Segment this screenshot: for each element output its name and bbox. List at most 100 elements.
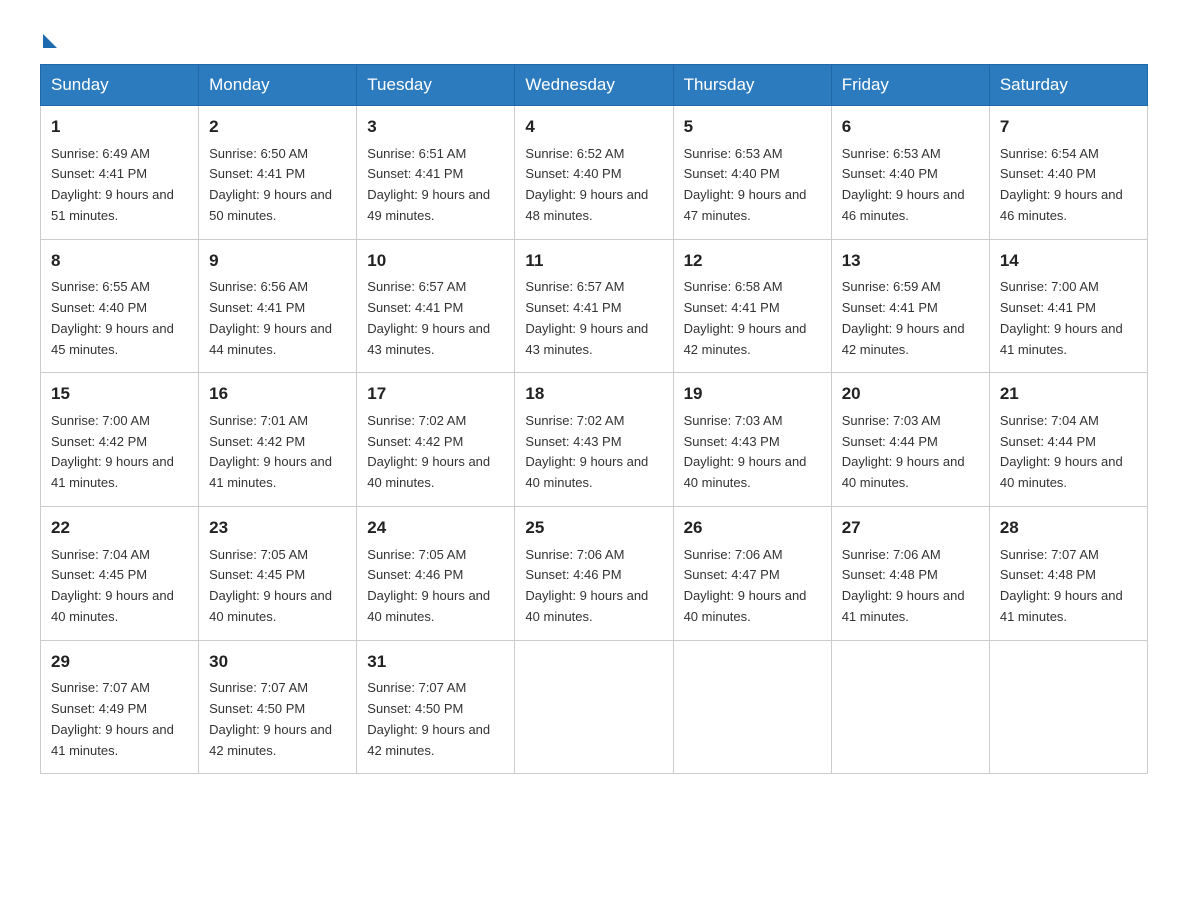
day-info: Sunrise: 6:57 AMSunset: 4:41 PMDaylight:… [525,279,648,356]
calendar-day-cell [989,640,1147,774]
day-info: Sunrise: 7:02 AMSunset: 4:43 PMDaylight:… [525,413,648,490]
day-info: Sunrise: 6:59 AMSunset: 4:41 PMDaylight:… [842,279,965,356]
day-info: Sunrise: 7:02 AMSunset: 4:42 PMDaylight:… [367,413,490,490]
page-header [40,30,1148,44]
calendar-day-header: Wednesday [515,65,673,106]
calendar-day-cell [673,640,831,774]
calendar-day-header: Monday [199,65,357,106]
calendar-day-cell: 6 Sunrise: 6:53 AMSunset: 4:40 PMDayligh… [831,106,989,240]
day-info: Sunrise: 7:07 AMSunset: 4:50 PMDaylight:… [209,680,332,757]
calendar-day-header: Friday [831,65,989,106]
day-info: Sunrise: 6:54 AMSunset: 4:40 PMDaylight:… [1000,146,1123,223]
calendar-day-cell: 19 Sunrise: 7:03 AMSunset: 4:43 PMDaylig… [673,373,831,507]
calendar-week-row: 15 Sunrise: 7:00 AMSunset: 4:42 PMDaylig… [41,373,1148,507]
day-number: 11 [525,248,662,274]
day-number: 5 [684,114,821,140]
calendar-day-cell: 15 Sunrise: 7:00 AMSunset: 4:42 PMDaylig… [41,373,199,507]
calendar-day-cell: 14 Sunrise: 7:00 AMSunset: 4:41 PMDaylig… [989,239,1147,373]
day-info: Sunrise: 6:53 AMSunset: 4:40 PMDaylight:… [842,146,965,223]
day-info: Sunrise: 7:07 AMSunset: 4:49 PMDaylight:… [51,680,174,757]
day-info: Sunrise: 7:03 AMSunset: 4:44 PMDaylight:… [842,413,965,490]
day-number: 6 [842,114,979,140]
day-number: 17 [367,381,504,407]
calendar-day-cell: 16 Sunrise: 7:01 AMSunset: 4:42 PMDaylig… [199,373,357,507]
calendar-day-cell: 12 Sunrise: 6:58 AMSunset: 4:41 PMDaylig… [673,239,831,373]
day-info: Sunrise: 7:06 AMSunset: 4:48 PMDaylight:… [842,547,965,624]
calendar-day-cell: 3 Sunrise: 6:51 AMSunset: 4:41 PMDayligh… [357,106,515,240]
calendar-week-row: 22 Sunrise: 7:04 AMSunset: 4:45 PMDaylig… [41,507,1148,641]
day-number: 30 [209,649,346,675]
calendar-day-header: Saturday [989,65,1147,106]
day-info: Sunrise: 7:00 AMSunset: 4:42 PMDaylight:… [51,413,174,490]
day-number: 18 [525,381,662,407]
calendar-day-cell: 13 Sunrise: 6:59 AMSunset: 4:41 PMDaylig… [831,239,989,373]
day-info: Sunrise: 6:49 AMSunset: 4:41 PMDaylight:… [51,146,174,223]
calendar-day-cell: 25 Sunrise: 7:06 AMSunset: 4:46 PMDaylig… [515,507,673,641]
calendar-day-cell: 1 Sunrise: 6:49 AMSunset: 4:41 PMDayligh… [41,106,199,240]
calendar-day-cell: 2 Sunrise: 6:50 AMSunset: 4:41 PMDayligh… [199,106,357,240]
day-number: 10 [367,248,504,274]
day-number: 7 [1000,114,1137,140]
day-info: Sunrise: 7:04 AMSunset: 4:45 PMDaylight:… [51,547,174,624]
day-number: 9 [209,248,346,274]
day-number: 24 [367,515,504,541]
day-number: 1 [51,114,188,140]
day-number: 31 [367,649,504,675]
day-info: Sunrise: 7:06 AMSunset: 4:47 PMDaylight:… [684,547,807,624]
day-number: 25 [525,515,662,541]
day-number: 28 [1000,515,1137,541]
calendar-day-cell: 11 Sunrise: 6:57 AMSunset: 4:41 PMDaylig… [515,239,673,373]
day-info: Sunrise: 6:56 AMSunset: 4:41 PMDaylight:… [209,279,332,356]
calendar-day-cell: 28 Sunrise: 7:07 AMSunset: 4:48 PMDaylig… [989,507,1147,641]
calendar-day-cell: 21 Sunrise: 7:04 AMSunset: 4:44 PMDaylig… [989,373,1147,507]
calendar-day-cell: 7 Sunrise: 6:54 AMSunset: 4:40 PMDayligh… [989,106,1147,240]
calendar-day-cell: 30 Sunrise: 7:07 AMSunset: 4:50 PMDaylig… [199,640,357,774]
day-number: 26 [684,515,821,541]
calendar-day-cell [831,640,989,774]
day-number: 21 [1000,381,1137,407]
day-info: Sunrise: 6:51 AMSunset: 4:41 PMDaylight:… [367,146,490,223]
day-info: Sunrise: 6:53 AMSunset: 4:40 PMDaylight:… [684,146,807,223]
calendar-day-cell: 8 Sunrise: 6:55 AMSunset: 4:40 PMDayligh… [41,239,199,373]
day-number: 12 [684,248,821,274]
day-info: Sunrise: 7:07 AMSunset: 4:50 PMDaylight:… [367,680,490,757]
calendar-day-cell: 23 Sunrise: 7:05 AMSunset: 4:45 PMDaylig… [199,507,357,641]
calendar-day-cell: 18 Sunrise: 7:02 AMSunset: 4:43 PMDaylig… [515,373,673,507]
day-info: Sunrise: 7:03 AMSunset: 4:43 PMDaylight:… [684,413,807,490]
day-info: Sunrise: 7:01 AMSunset: 4:42 PMDaylight:… [209,413,332,490]
calendar-day-cell: 5 Sunrise: 6:53 AMSunset: 4:40 PMDayligh… [673,106,831,240]
day-number: 14 [1000,248,1137,274]
day-info: Sunrise: 6:52 AMSunset: 4:40 PMDaylight:… [525,146,648,223]
day-info: Sunrise: 6:58 AMSunset: 4:41 PMDaylight:… [684,279,807,356]
day-info: Sunrise: 7:07 AMSunset: 4:48 PMDaylight:… [1000,547,1123,624]
calendar-day-header: Sunday [41,65,199,106]
day-number: 20 [842,381,979,407]
calendar-day-cell: 29 Sunrise: 7:07 AMSunset: 4:49 PMDaylig… [41,640,199,774]
day-info: Sunrise: 6:50 AMSunset: 4:41 PMDaylight:… [209,146,332,223]
calendar-day-cell: 26 Sunrise: 7:06 AMSunset: 4:47 PMDaylig… [673,507,831,641]
day-number: 22 [51,515,188,541]
calendar-day-cell: 4 Sunrise: 6:52 AMSunset: 4:40 PMDayligh… [515,106,673,240]
day-info: Sunrise: 7:00 AMSunset: 4:41 PMDaylight:… [1000,279,1123,356]
calendar-week-row: 8 Sunrise: 6:55 AMSunset: 4:40 PMDayligh… [41,239,1148,373]
day-number: 2 [209,114,346,140]
day-number: 3 [367,114,504,140]
calendar-day-cell: 31 Sunrise: 7:07 AMSunset: 4:50 PMDaylig… [357,640,515,774]
day-info: Sunrise: 7:04 AMSunset: 4:44 PMDaylight:… [1000,413,1123,490]
calendar-day-cell [515,640,673,774]
day-number: 8 [51,248,188,274]
logo [40,30,57,44]
day-info: Sunrise: 7:05 AMSunset: 4:46 PMDaylight:… [367,547,490,624]
calendar-week-row: 29 Sunrise: 7:07 AMSunset: 4:49 PMDaylig… [41,640,1148,774]
day-info: Sunrise: 6:55 AMSunset: 4:40 PMDaylight:… [51,279,174,356]
calendar-day-header: Tuesday [357,65,515,106]
calendar-day-cell: 22 Sunrise: 7:04 AMSunset: 4:45 PMDaylig… [41,507,199,641]
calendar-day-cell: 20 Sunrise: 7:03 AMSunset: 4:44 PMDaylig… [831,373,989,507]
day-info: Sunrise: 7:06 AMSunset: 4:46 PMDaylight:… [525,547,648,624]
calendar-day-cell: 10 Sunrise: 6:57 AMSunset: 4:41 PMDaylig… [357,239,515,373]
calendar-day-cell: 24 Sunrise: 7:05 AMSunset: 4:46 PMDaylig… [357,507,515,641]
day-number: 13 [842,248,979,274]
calendar-header-row: SundayMondayTuesdayWednesdayThursdayFrid… [41,65,1148,106]
calendar-table: SundayMondayTuesdayWednesdayThursdayFrid… [40,64,1148,774]
logo-arrow-icon [43,34,57,48]
